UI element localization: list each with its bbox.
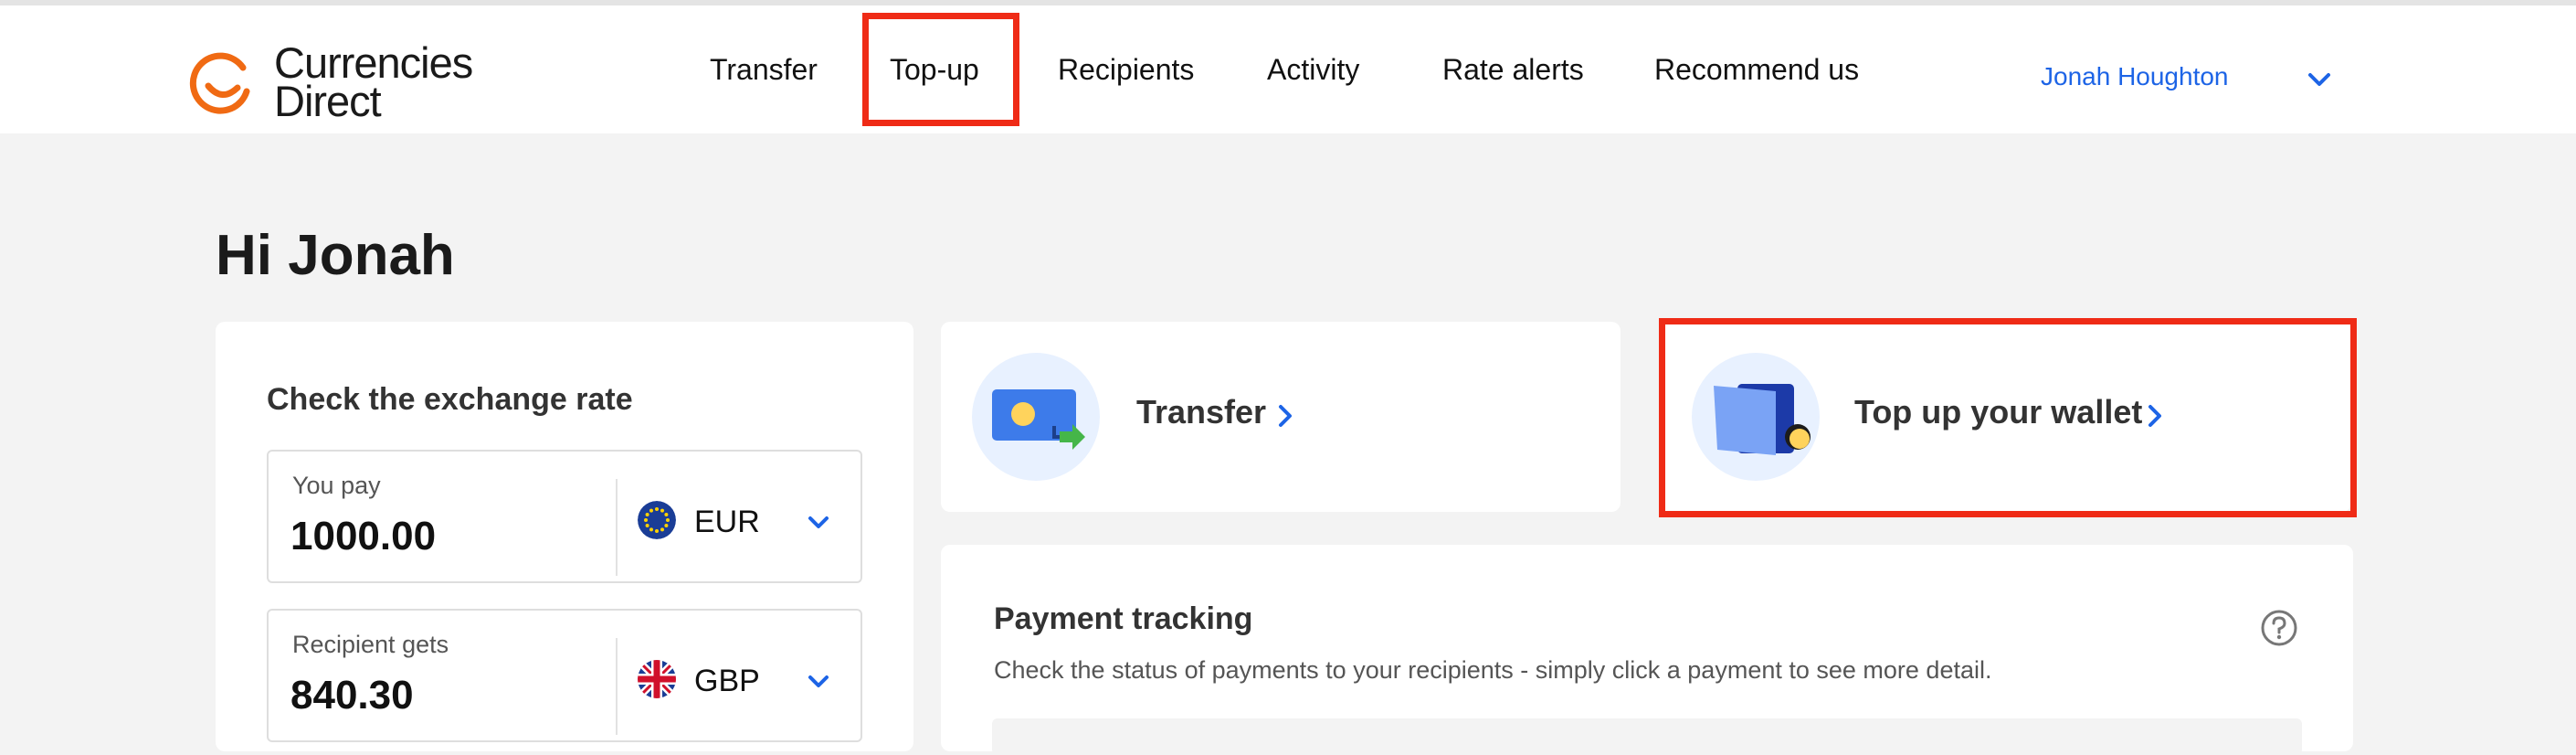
eu-flag-icon: [638, 501, 676, 539]
uk-flag-icon: [638, 660, 676, 698]
chevron-down-icon[interactable]: [2306, 68, 2333, 91]
brand-name-line2: Direct: [274, 77, 382, 125]
top-up-wallet-card[interactable]: Top up your wallet: [1661, 322, 2351, 512]
recipient-gets-field[interactable]: Recipient gets 840.30 GBP: [267, 609, 862, 742]
recipient-gets-amount[interactable]: 840.30: [290, 673, 414, 718]
wallet-graphic: [1714, 384, 1811, 455]
payment-tracking-description: Check the status of payments to your rec…: [994, 656, 1992, 684]
nav-top-up[interactable]: Top-up: [890, 53, 979, 87]
recipient-gets-label: Recipient gets: [292, 631, 449, 658]
payment-tracking-title: Payment tracking: [994, 601, 1253, 636]
chevron-down-icon[interactable]: [806, 512, 831, 534]
exchange-rate-title: Check the exchange rate: [267, 382, 633, 417]
user-menu-name[interactable]: Jonah Houghton: [2041, 62, 2229, 91]
brand-name: Currencies Direct: [274, 41, 473, 125]
nav-recommend-us[interactable]: Recommend us: [1654, 53, 1859, 87]
transfer-money-graphic: [992, 389, 1085, 450]
recipient-gets-currency[interactable]: GBP: [694, 664, 760, 699]
transfer-money-icon: [972, 353, 1100, 481]
you-pay-field[interactable]: You pay 1000.00 EUR: [267, 450, 862, 583]
transfer-action-label[interactable]: Transfer: [1136, 393, 1266, 431]
help-icon[interactable]: [2260, 609, 2298, 647]
chevron-down-icon[interactable]: [806, 671, 831, 693]
field-divider: [616, 479, 618, 576]
chevron-right-icon[interactable]: [1275, 402, 1295, 430]
field-divider: [616, 638, 618, 735]
nav-activity[interactable]: Activity: [1267, 53, 1359, 87]
exchange-rate-card: Check the exchange rate You pay 1000.00 …: [216, 322, 913, 751]
chevron-right-icon[interactable]: [2145, 402, 2165, 430]
site-header: Currencies Direct Transfer Top-up Recipi…: [0, 5, 2576, 133]
nav-recipients[interactable]: Recipients: [1058, 53, 1194, 87]
currencies-direct-logo-icon: [189, 52, 250, 114]
you-pay-amount[interactable]: 1000.00: [290, 514, 436, 559]
you-pay-currency[interactable]: EUR: [694, 505, 760, 540]
nav-rate-alerts[interactable]: Rate alerts: [1442, 53, 1584, 87]
page-greeting: Hi Jonah: [216, 224, 455, 287]
wallet-icon: [1692, 353, 1820, 481]
you-pay-label: You pay: [292, 472, 381, 499]
top-up-wallet-label[interactable]: Top up your wallet: [1854, 393, 2142, 431]
nav-transfer[interactable]: Transfer: [710, 53, 818, 87]
transfer-action-card[interactable]: Transfer: [941, 322, 1621, 512]
payment-tracking-table: [992, 718, 2302, 755]
